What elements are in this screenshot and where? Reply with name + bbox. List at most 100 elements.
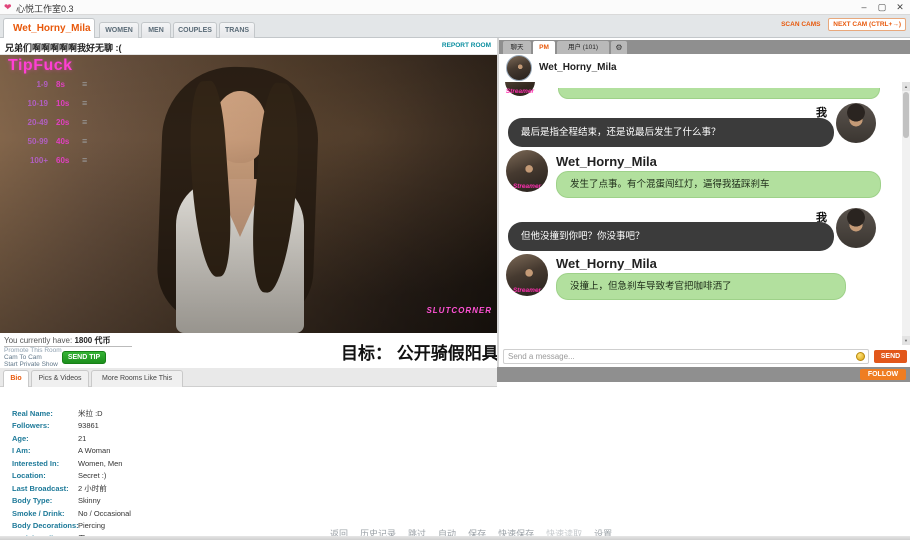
bio-row: Followers: 93861 [12,420,412,432]
subject-bar: 兄弟们啊啊啊啊啊我好无聊 :( REPORT ROOM [0,38,497,55]
bio-value: Secret :) [78,470,106,482]
tip-row[interactable]: 20-49 20s ≡ [8,113,108,132]
tab-couples[interactable]: COUPLES [173,22,217,38]
message-bubble-partial [558,88,880,99]
bottom-edge [0,536,910,540]
bio-panel: Real Name: 米拉 :D Followers: 93861 Age: 2… [0,387,910,540]
tip-row[interactable]: 100+ 60s ≡ [8,151,108,170]
message-list[interactable]: Streamer 我 最后是指全程结束，还是说最后发生了什么事？ Streame… [499,82,910,345]
token-balance: You currently have: 1800 代币 [4,335,110,346]
bio-row: Location: Secret :) [12,470,412,482]
avatar: Streamer [505,82,535,97]
bio-label: Last Broadcast: [12,483,82,495]
tab-women[interactable]: WOMEN [99,22,139,38]
bio-value: 21 [78,433,86,445]
chat-scrollbar[interactable]: ▲ ▼ [902,82,910,345]
tab-trans[interactable]: TRANS [219,22,255,38]
message-bubble: 最后是指全程结束，还是说最后发生了什么事？ [508,118,834,147]
tip-row[interactable]: 50-99 40s ≡ [8,132,108,151]
pm-header: Wet_Horny_Mila [499,54,910,82]
menu-icon: ≡ [82,75,87,94]
goal-text: 目标： 公开骑假阳具 [341,339,497,364]
bio-label: Age: [12,433,82,445]
tab-bio[interactable]: Bio [3,370,29,387]
scroll-up-icon[interactable]: ▲ [902,82,910,91]
avatar [836,103,876,143]
close-button[interactable]: ✕ [892,1,908,14]
tip-range: 100+ [8,151,48,170]
message-input[interactable] [503,349,869,364]
tip-value: 20s [56,113,69,132]
emoji-icon[interactable] [856,352,865,361]
message-bubble: 没撞上，但急刹车导致考官把咖啡洒了 [556,273,846,300]
bio-row: Smoke / Drink: No / Occasional [12,508,412,520]
window-title: 心悦工作室0.3 [16,2,74,15]
bio-label: Body Type: [12,495,82,507]
tip-row[interactable]: 10-19 10s ≡ [8,94,108,113]
tip-menu: TipFuck 1-9 8s ≡ 10-19 10s ≡ 20-49 20s ≡… [8,57,108,170]
bio-value: 2 小时前 [78,483,107,495]
bio-row: Interested In: Women, Men [12,458,412,470]
tab-chat[interactable]: 聊天 [503,41,531,54]
send-button[interactable]: SEND [874,350,907,363]
app-window: ❤ 心悦工作室0.3 – ▢ ✕ Wet_Horny_Mila WOMEN ME… [0,0,910,540]
cam-to-cam-link[interactable]: Cam To Cam [4,354,42,361]
bio-label: Smoke / Drink: [12,508,82,520]
report-room-link[interactable]: REPORT ROOM [442,42,491,49]
bio-value: Skinny [78,495,101,507]
streamer-badge: Streamer [506,183,548,190]
bio-label: Followers: [12,420,82,432]
streamer-badge: Streamer [505,88,535,95]
bio-label: Real Name: [12,408,82,420]
balance-label: You currently have: [4,336,72,345]
menu-icon: ≡ [82,113,87,132]
bio-label: Body Decorations: [12,520,82,532]
bio-tab-bar: Bio Pics & Videos More Rooms Like This [0,368,497,387]
private-show-link[interactable]: Start Private Show [4,361,58,368]
bio-value: Piercing [78,520,105,532]
bio-value: 93861 [78,420,99,432]
avatar: Streamer [506,150,548,192]
message-bubble: 发生了点事。有个混蛋闯红灯，逼得我猛踩刹车 [556,171,881,198]
scroll-down-icon[interactable]: ▼ [902,336,910,345]
pm-header-name: Wet_Horny_Mila [539,62,617,73]
message-sender-name: Wet_Horny_Mila [556,154,657,169]
bio-label: Location: [12,470,82,482]
tab-strip: Wet_Horny_Mila WOMEN MEN COUPLES TRANS S… [0,15,910,38]
menu-icon: ≡ [82,94,87,113]
balance-value: 1800 代币 [74,336,110,345]
tab-wet-horny-mila[interactable]: Wet_Horny_Mila [3,18,95,38]
tab-men[interactable]: MEN [141,22,171,38]
gear-icon[interactable]: ⚙ [611,41,627,54]
message-bubble: 但他没撞到你吧？你没事吧？ [508,222,834,251]
tip-value: 10s [56,94,69,113]
tab-more-rooms[interactable]: More Rooms Like This [91,370,183,387]
send-tip-button[interactable]: SEND TIP [62,351,106,364]
bio-row: Real Name: 米拉 :D [12,408,412,420]
cam-links: SCAN CAMS NEXT CAM (CTRL+→) [781,21,906,28]
menu-icon: ≡ [82,132,87,151]
tip-range: 1-9 [8,75,48,94]
follow-bar: FOLLOW [497,367,910,382]
avatar: Streamer [506,254,548,296]
tip-row[interactable]: 1-9 8s ≡ [8,75,108,94]
bio-row: Last Broadcast: 2 小时前 [12,483,412,495]
avatar [836,208,876,248]
scan-cams-button[interactable]: SCAN CAMS [781,21,820,28]
scrollbar-thumb[interactable] [903,92,909,138]
maximize-button[interactable]: ▢ [874,1,890,14]
tip-range: 20-49 [8,113,48,132]
bio-row: Age: 21 [12,433,412,445]
next-cam-button[interactable]: NEXT CAM (CTRL+→) [828,18,906,31]
follow-button[interactable]: FOLLOW [860,369,906,380]
tip-range: 50-99 [8,132,48,151]
tab-pics-videos[interactable]: Pics & Videos [31,370,89,387]
avatar [506,55,532,81]
chat-tab-bar: 聊天 PM 用户 (101) ⚙ [499,40,910,54]
tab-pm[interactable]: PM [533,41,555,54]
promote-room-link[interactable]: Promote This Room [4,347,62,354]
streamer-badge: Streamer [506,287,548,294]
bio-row: I Am: A Woman [12,445,412,457]
tab-users[interactable]: 用户 (101) [557,41,609,54]
minimize-button[interactable]: – [856,1,872,14]
